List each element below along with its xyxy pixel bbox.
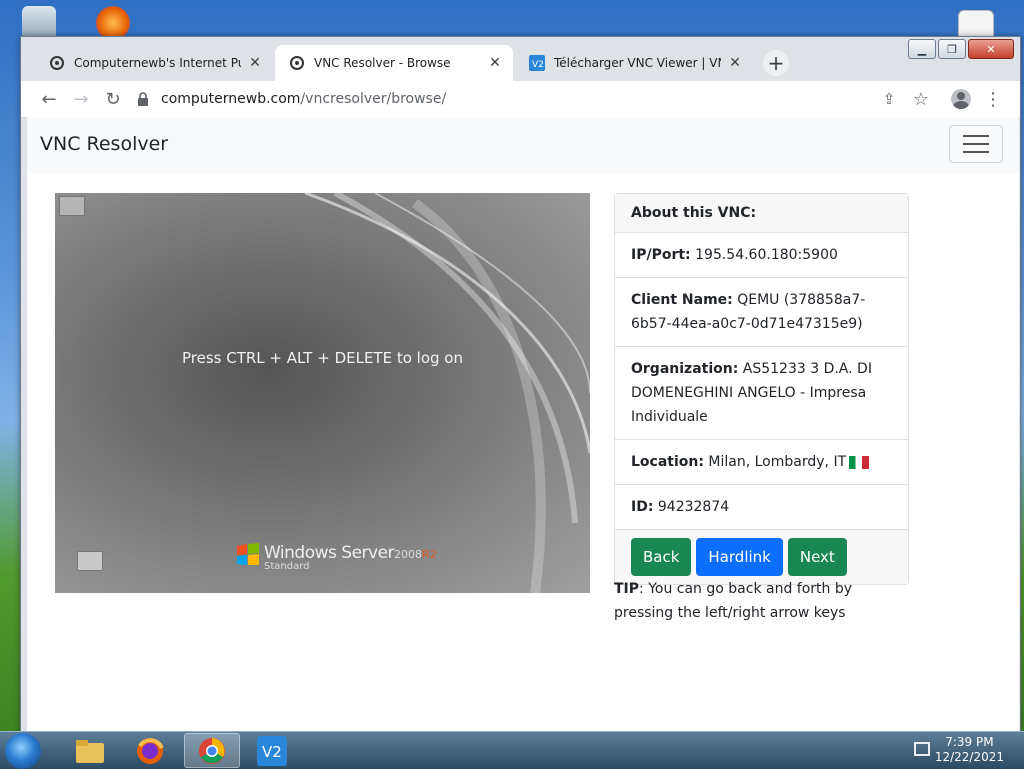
next-button[interactable]: Next [787, 538, 847, 576]
location-value: Milan, Lombardy, IT [708, 454, 847, 470]
url-host: computernewb.com [161, 91, 301, 107]
tab-strip: Computernewb's Internet Pub H ✕ VNC Reso… [21, 37, 1020, 81]
navbar: VNC Resolver [27, 117, 1019, 173]
tip-body: : You can go back and forth by pressing … [614, 581, 853, 621]
browser-window: Computernewb's Internet Pub H ✕ VNC Reso… [20, 36, 1021, 733]
taskbar-explorer[interactable] [62, 733, 118, 768]
taskbar-vnc-viewer[interactable]: V2 [244, 733, 300, 768]
info-ip-port: IP/Port: 195.54.60.180:5900 [615, 233, 908, 278]
lock-icon [138, 92, 148, 106]
vnc-resolver-favicon-icon [290, 56, 304, 70]
id-label: ID: [631, 499, 654, 515]
back-arrow-icon[interactable]: ← [37, 87, 61, 111]
ip-label: IP/Port: [631, 247, 691, 263]
taskbar: V2 7:39 PM 12/22/2021 [0, 731, 1024, 769]
reload-icon[interactable]: ↻ [101, 87, 125, 111]
card-header: About this VNC: [615, 194, 908, 233]
firefox-desktop-icon[interactable] [96, 6, 130, 40]
tab-computernewb[interactable]: Computernewb's Internet Pub H ✕ [35, 45, 273, 81]
ease-of-access-icon[interactable] [77, 551, 103, 571]
logo-brand: Windows Server [264, 543, 395, 563]
screen-swoosh-graphic [304, 193, 590, 593]
logo-release: R2 [422, 548, 437, 561]
forward-arrow-icon[interactable]: → [69, 87, 93, 111]
info-client-name: Client Name: QEMU (378858a7-6b57-44ea-a0… [615, 278, 908, 347]
tab-title: VNC Resolver - Browse [314, 56, 451, 70]
vnc-viewer-favicon-icon: V2 [529, 55, 545, 71]
ip-value: 195.54.60.180:5900 [695, 247, 838, 263]
new-tab-button[interactable]: + [763, 50, 789, 76]
taskbar-chrome[interactable] [184, 733, 240, 768]
logon-message: Press CTRL + ALT + DELETE to log on [181, 349, 463, 367]
svg-text:V2: V2 [532, 60, 544, 70]
window-controls: ▁ ❐ ✕ [908, 39, 1014, 59]
back-button[interactable]: Back [631, 538, 692, 576]
close-window-button[interactable]: ✕ [968, 39, 1014, 59]
folder-icon [76, 739, 104, 763]
network-icon[interactable] [914, 742, 930, 756]
info-organization: Organization: AS51233 3 D.A. DI DOMENEGH… [615, 347, 908, 440]
tab-close-icon[interactable]: ✕ [247, 55, 263, 71]
tip-text: TIP: You can go back and forth by pressi… [614, 577, 914, 625]
vnc-screenshot: Press CTRL + ALT + DELETE to log on Wind… [55, 193, 590, 593]
navbar-brand[interactable]: VNC Resolver [40, 133, 168, 155]
address-bar[interactable]: computernewb.com/vncresolver/browse/ [137, 84, 917, 114]
vnc-resolver-favicon-icon [50, 56, 64, 70]
start-button[interactable] [5, 733, 41, 769]
url-path: /vncresolver/browse/ [300, 91, 447, 107]
taskbar-firefox[interactable] [122, 733, 178, 768]
logo-version: 2008 [394, 548, 423, 561]
clock-date: 12/22/2021 [934, 750, 1004, 764]
tab-title: Télécharger VNC Viewer | VNC C [554, 56, 721, 70]
vnc-viewer-icon: V2 [257, 735, 287, 766]
clock-time: 7:39 PM [945, 735, 994, 749]
client-label: Client Name: [631, 292, 733, 308]
tab-vnc-viewer[interactable]: V2 Télécharger VNC Viewer | VNC C ✕ [515, 45, 753, 81]
system-clock[interactable]: 7:39 PM 12/22/2021 [935, 735, 1004, 765]
id-value: 94232874 [657, 499, 730, 515]
card-footer: Back Hardlink Next [615, 530, 908, 584]
windows-flag-icon [237, 543, 259, 565]
org-label: Organization: [631, 361, 739, 377]
restore-button[interactable]: ❐ [938, 39, 966, 59]
tab-vnc-resolver[interactable]: VNC Resolver - Browse ✕ [275, 45, 513, 81]
recycle-bin-icon[interactable] [22, 6, 56, 40]
kebab-menu-icon[interactable]: ⋮ [981, 87, 1005, 111]
tab-close-icon[interactable]: ✕ [487, 55, 503, 71]
browser-toolbar: ← → ↻ computernewb.com/vncresolver/brows… [21, 81, 1020, 118]
tab-title: Computernewb's Internet Pub H [74, 56, 241, 70]
tab-close-icon[interactable]: ✕ [727, 55, 743, 71]
info-id: ID: 94232874 [615, 485, 908, 530]
firefox-icon [137, 737, 164, 764]
web-page: VNC Resolver Press CTRL + ALT + DELETE t… [27, 117, 1019, 731]
keyboard-icon[interactable] [59, 196, 85, 216]
profile-avatar-icon[interactable] [949, 87, 973, 111]
chrome-icon [199, 737, 225, 764]
vnc-info-card: About this VNC: IP/Port: 195.54.60.180:5… [614, 193, 909, 585]
tip-label: TIP [614, 581, 640, 597]
location-label: Location: [631, 454, 704, 470]
minimize-button[interactable]: ▁ [908, 39, 936, 59]
windows-server-logo: Windows Server2008R2 Standard [235, 543, 437, 572]
italy-flag-icon [849, 455, 870, 469]
svg-text:V2: V2 [262, 743, 282, 761]
share-icon[interactable]: ⇪ [877, 87, 901, 111]
hardlink-button[interactable]: Hardlink [696, 538, 783, 576]
bookmark-star-icon[interactable]: ☆ [909, 87, 933, 111]
navbar-toggler-button[interactable] [949, 125, 1003, 163]
info-location: Location: Milan, Lombardy, IT [615, 440, 908, 485]
